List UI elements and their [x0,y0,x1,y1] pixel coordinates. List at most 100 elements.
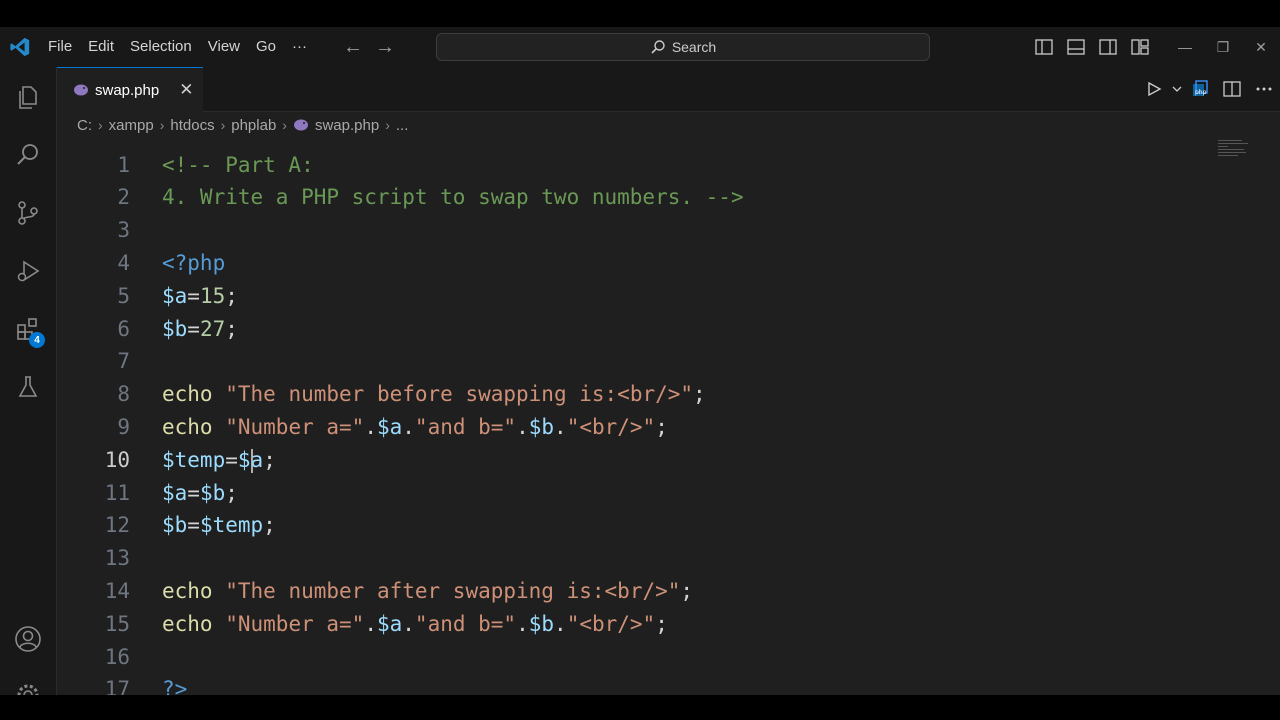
extensions-icon[interactable]: 4 [0,305,56,353]
svg-text:php: php [1195,89,1207,96]
line-number: 3 [117,218,130,243]
code-line[interactable]: 4. Write a PHP script to swap two number… [162,181,744,214]
explorer-icon[interactable] [0,73,56,121]
code-token: $ [237,447,251,472]
line-number: 6 [117,316,130,341]
toggle-panel-icon[interactable] [1060,27,1092,67]
code-token: $b [162,316,188,341]
menu-file[interactable]: File [40,27,80,67]
code-token: $b [199,480,226,505]
testing-flask-icon[interactable] [0,363,56,411]
title-bar: File Edit Selection View Go ··· ← → Sear… [0,27,1280,67]
line-number: 4 [117,251,130,275]
php-elephant-icon [74,84,88,96]
title-bar-controls: — ❐ ✕ [1028,27,1280,67]
code-token: $a [162,283,188,308]
code-token: ; [263,513,276,538]
code-token: ; [680,579,694,603]
line-number: 14 [104,579,130,603]
split-editor-icon[interactable] [1216,69,1248,109]
line-number: 13 [104,546,130,571]
breadcrumb-drive[interactable]: C: [77,117,92,134]
toggle-primary-sidebar-icon[interactable] [1028,27,1060,67]
code-token: "Number a=" [225,611,365,636]
code-token: 4. Write a PHP script to swap two number… [162,185,744,210]
menu-selection[interactable]: Selection [122,27,200,67]
more-actions-icon[interactable] [1248,69,1280,109]
run-icon[interactable] [1138,69,1170,109]
code-line[interactable]: echo "Number a=".$a."and b=".$b."<br/>"; [162,411,668,444]
code-token: . [554,611,567,636]
command-search-box[interactable]: Search [436,33,930,61]
forward-arrow-icon[interactable]: → [369,36,401,59]
code-line[interactable]: $a=15; [162,280,238,313]
breadcrumb-xampp[interactable]: xampp [109,117,154,134]
code-token: . [402,611,415,636]
editor-actions: php [1138,67,1280,111]
code-token: echo [162,579,213,603]
code-token: ; [693,382,706,407]
toggle-secondary-sidebar-icon[interactable] [1092,27,1124,67]
code-token: $temp [199,513,264,538]
code-token: = [187,480,200,505]
code-line[interactable]: $temp=$a; [162,444,276,477]
breadcrumb-htdocs[interactable]: htdocs [170,117,214,134]
code-line[interactable]: echo "Number a=".$a."and b=".$b."<br/>"; [162,608,668,641]
code-line[interactable]: ?> [162,673,187,695]
customize-layout-icon[interactable] [1124,27,1156,67]
code-token: echo [162,415,213,439]
menu-more[interactable]: ··· [284,27,315,67]
chevron-right-icon: › [220,117,226,133]
code-token: echo [162,382,213,407]
breadcrumb-phplab[interactable]: phplab [231,117,276,134]
line-number: 16 [104,644,130,669]
manage-gear-icon[interactable] [0,671,56,695]
code-line[interactable]: echo "The number before swapping is:<br/… [162,378,706,411]
code-token: 15 [199,283,226,308]
run-dropdown-chevron-icon[interactable] [1170,69,1184,109]
tab-close-icon[interactable]: ✕ [179,80,193,100]
accounts-icon[interactable] [0,615,56,663]
code-token: . [364,415,377,439]
code-token: <?php [162,251,226,275]
php-elephant-icon [293,119,308,131]
line-number: 1 [117,152,130,177]
line-number: 11 [104,480,130,505]
source-control-icon[interactable] [0,189,56,237]
code-token: echo [162,611,213,636]
code-editor[interactable]: 1 2 3 4 5 6 7 8 9 10 11 12 13 14 15 16 17 <!-- Part A: 4.… [57,138,1280,695]
code-token: ; [225,480,238,505]
menu-go[interactable]: Go [248,27,284,67]
breadcrumb: C: › xampp › htdocs › phplab › swap.php … [77,114,408,136]
code-line[interactable]: echo "The number after swapping is:<br/>… [162,575,693,608]
code-line[interactable]: $b=27; [162,313,238,346]
code-line[interactable]: $b=$temp; [162,509,276,542]
code-token: $a [162,480,188,505]
code-token: "and b=" [414,415,517,439]
restore-button[interactable]: ❐ [1204,27,1242,67]
search-view-icon[interactable] [0,131,56,179]
code-line[interactable]: $a=$b; [162,477,238,510]
back-arrow-icon[interactable]: ← [337,36,369,59]
code-token: "<br/>" [566,611,656,636]
open-preview-icon[interactable]: php [1184,69,1216,109]
menu-view[interactable]: View [200,27,248,67]
menu-bar: File Edit Selection View Go ··· [40,27,315,67]
code-line[interactable]: <!-- Part A: [162,149,314,182]
close-window-button[interactable]: ✕ [1242,27,1280,67]
code-token: = [225,447,238,472]
activity-bar: 4 [0,67,57,695]
menu-edit[interactable]: Edit [80,27,122,67]
code-token: = [187,513,200,538]
run-and-debug-icon[interactable] [0,247,56,295]
code-line[interactable]: <?php [162,247,225,280]
breadcrumb-file[interactable]: swap.php [315,117,379,134]
tab-swap-php[interactable]: swap.php ✕ [57,67,203,112]
code-token: "The number after swapping is:<br/>" [225,579,681,603]
tab-label: swap.php [95,81,160,99]
minimize-button[interactable]: — [1166,27,1204,67]
breadcrumb-symbol[interactable]: ... [396,117,409,134]
minimap[interactable] [1218,138,1252,162]
